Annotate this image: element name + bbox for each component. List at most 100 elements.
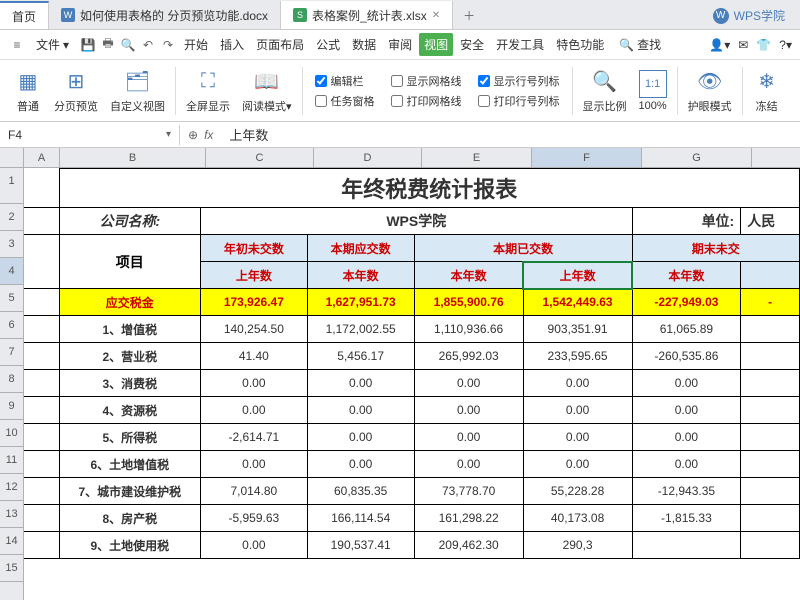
zoom100-button[interactable]: 1:1 100% (633, 63, 673, 119)
chevron-down-icon: ▾ (63, 38, 69, 52)
select-all-corner[interactable] (0, 148, 24, 167)
menu-formula[interactable]: 公式 (311, 33, 345, 56)
menu-start[interactable]: 开始 (179, 33, 213, 56)
zoom-button[interactable]: 🔍 显示比例 (577, 63, 633, 119)
taskpane-checkbox[interactable]: 任务窗格 (315, 93, 375, 109)
cell: 0.00 (307, 424, 414, 451)
undo-icon[interactable]: ↶ (139, 36, 157, 54)
save-icon[interactable]: 💾 (79, 36, 97, 54)
formulabar-checkbox[interactable]: 编辑栏 (315, 73, 375, 89)
tab-xlsx[interactable]: S 表格案例_统计表.xlsx ✕ (281, 1, 453, 29)
row-label: 6、土地增值税 (59, 451, 200, 478)
row-header[interactable]: 7 (0, 339, 23, 366)
cells-grid[interactable]: 年终税费统计报表 公司名称: WPS学院 单位: 人民 项目 年初未交数 本期应… (24, 168, 800, 600)
menu-devtools[interactable]: 开发工具 (491, 33, 549, 56)
fullscreen-button[interactable]: ⛶ 全屏显示 (180, 63, 236, 119)
cell: 140,254.50 (201, 316, 308, 343)
name-box[interactable]: F4 ▾ (0, 125, 180, 145)
col-header-e[interactable]: E (422, 148, 532, 167)
showrowcol-checkbox[interactable]: 显示行号列标 (478, 73, 560, 89)
printrowcol-checkbox[interactable]: 打印行号列标 (478, 93, 560, 109)
divider (302, 67, 303, 115)
sub-g: 本年数 (632, 262, 741, 289)
row-header[interactable]: 3 (0, 231, 23, 258)
cell: 166,114.54 (307, 505, 414, 532)
row-header[interactable]: 5 (0, 285, 23, 312)
row-header[interactable]: 8 (0, 366, 23, 393)
menu-view[interactable]: 视图 (419, 33, 453, 56)
cell: -1,815.33 (632, 505, 741, 532)
function-icon[interactable]: fx (204, 128, 213, 142)
menu-data[interactable]: 数据 (347, 33, 381, 56)
fx-icon[interactable]: ⊕ (188, 128, 198, 142)
wps-academy-link[interactable]: W WPS学院 (698, 2, 800, 29)
print-icon[interactable]: 🖶 (99, 36, 117, 54)
wps-logo-icon: W (713, 8, 729, 24)
user-icon[interactable]: 👤▾ (709, 38, 730, 52)
menu-security[interactable]: 安全 (455, 33, 489, 56)
hdr-gh: 期末未交 (632, 235, 799, 262)
menu-review[interactable]: 审阅 (383, 33, 417, 56)
cell (741, 397, 800, 424)
preview-icon[interactable]: 🔍 (119, 36, 137, 54)
row-header[interactable]: 15 (0, 555, 23, 582)
menu-layout[interactable]: 页面布局 (251, 33, 309, 56)
cell: -2,614.71 (201, 424, 308, 451)
row-header[interactable]: 13 (0, 501, 23, 528)
row-header[interactable]: 4 (0, 258, 23, 285)
skin-icon[interactable]: 👕 (756, 38, 771, 52)
menu-features[interactable]: 特色功能 (551, 33, 609, 56)
column-headers: A B C D E F G (0, 148, 800, 168)
row-label: 7、城市建设维护税 (59, 478, 200, 505)
tab-doc[interactable]: W 如何使用表格的 分页预览功能.docx (49, 1, 281, 29)
row-header[interactable]: 2 (0, 204, 23, 231)
row-header[interactable]: 14 (0, 528, 23, 555)
row-header[interactable]: 6 (0, 312, 23, 339)
notification-icon[interactable]: ✉ (738, 38, 748, 52)
menu-insert[interactable]: 插入 (215, 33, 249, 56)
row-header[interactable]: 1 (0, 168, 23, 204)
formula-input[interactable]: 上年数 (221, 122, 800, 147)
close-icon[interactable]: ✕ (432, 10, 440, 21)
menu-icon[interactable]: ≡ (8, 36, 26, 54)
row-header[interactable]: 9 (0, 393, 23, 420)
menu-search[interactable]: 🔍查找 (611, 33, 669, 56)
freeze-button[interactable]: ❄ 冻结 (747, 63, 787, 119)
col-header-d[interactable]: D (314, 148, 422, 167)
cell: 161,298.22 (414, 505, 523, 532)
col-header-b[interactable]: B (60, 148, 206, 167)
sub-f: 上年数 (523, 262, 632, 289)
row-label: 8、房产税 (59, 505, 200, 532)
tab-home[interactable]: 首页 (0, 1, 49, 29)
cell (741, 316, 800, 343)
view-normal-button[interactable]: ▦ 普通 (8, 63, 48, 119)
unit-label: 单位: (632, 208, 741, 235)
cell: 41.40 (201, 343, 308, 370)
view-custom-button[interactable]: 🗂 自定义视图 (104, 63, 171, 119)
col-header-c[interactable]: C (206, 148, 314, 167)
printgrid-checkbox[interactable]: 打印网格线 (391, 93, 462, 109)
tab-home-label: 首页 (12, 8, 36, 25)
cell: 7,014.80 (201, 478, 308, 505)
row-header[interactable]: 12 (0, 474, 23, 501)
eyecare-button[interactable]: 👁 护眼模式 (682, 63, 738, 119)
row-label: 应交税金 (59, 289, 200, 316)
cell: 0.00 (414, 397, 523, 424)
word-icon: W (61, 8, 75, 22)
row-header[interactable]: 11 (0, 447, 23, 474)
readmode-button[interactable]: 📖 阅读模式▾ (236, 63, 298, 119)
col-header-f[interactable]: F (532, 148, 642, 167)
cell: 0.00 (414, 451, 523, 478)
row-header[interactable]: 10 (0, 420, 23, 447)
showgrid-checkbox[interactable]: 显示网格线 (391, 73, 462, 89)
cell: -5,959.63 (201, 505, 308, 532)
row-label: 9、土地使用税 (59, 532, 200, 559)
col-header-g[interactable]: G (642, 148, 752, 167)
redo-icon[interactable]: ↷ (159, 36, 177, 54)
view-pagebreak-label: 分页预览 (54, 98, 98, 114)
file-menu[interactable]: 文件▾ (28, 33, 77, 56)
new-tab-button[interactable]: ＋ (453, 2, 485, 29)
col-header-a[interactable]: A (24, 148, 60, 167)
view-pagebreak-button[interactable]: ⊞ 分页预览 (48, 63, 104, 119)
help-icon[interactable]: ?▾ (779, 38, 792, 52)
